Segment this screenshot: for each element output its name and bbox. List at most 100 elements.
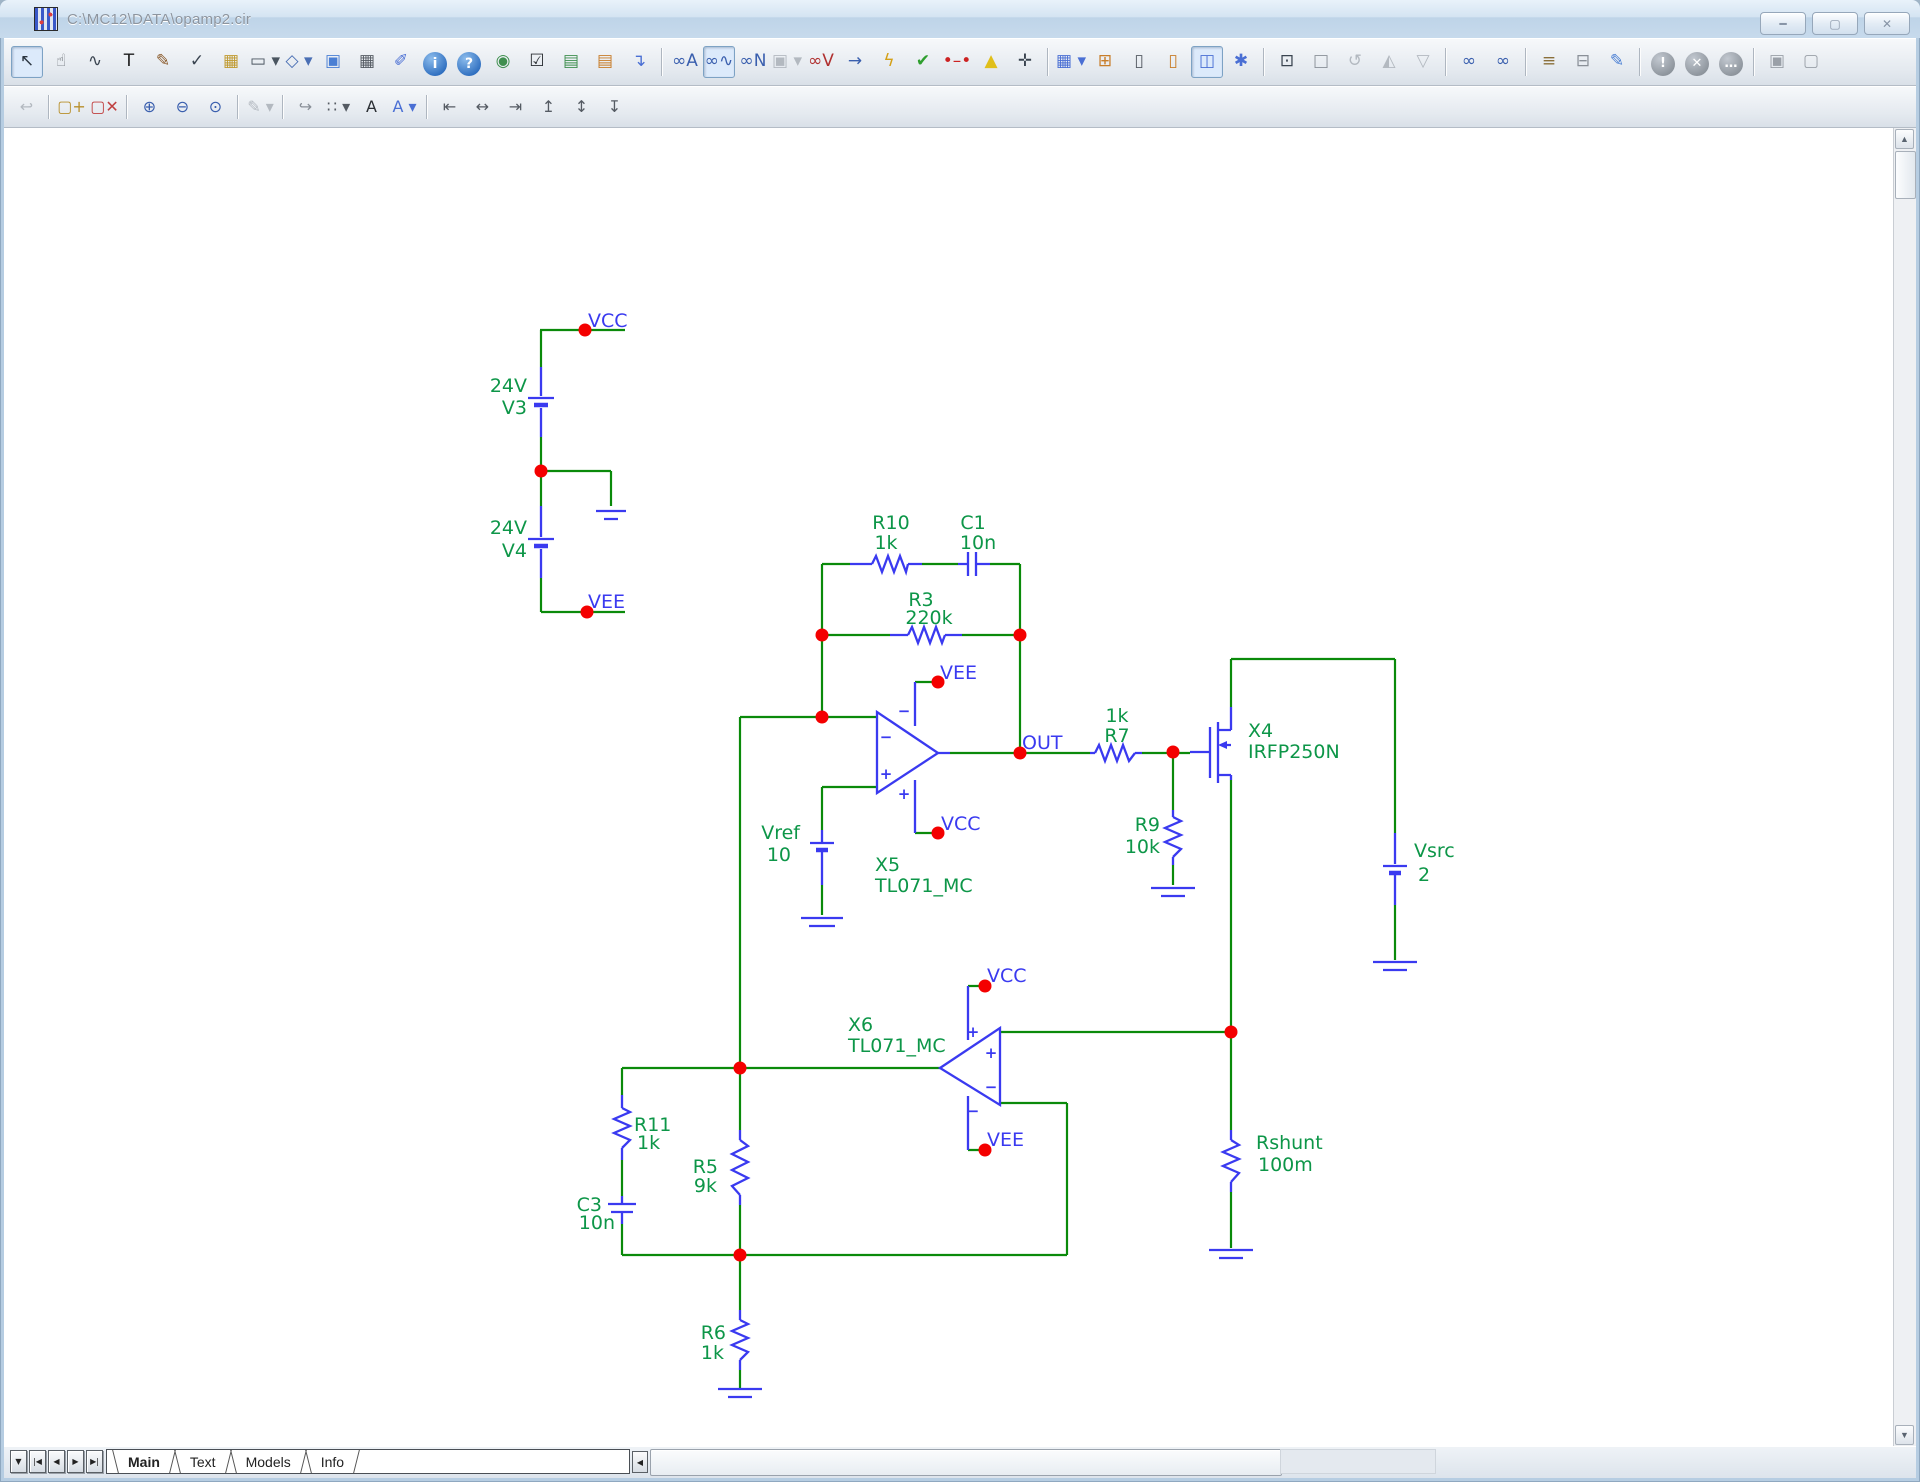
- align-bottom-button[interactable]: ↧: [599, 92, 630, 122]
- text-mode-button[interactable]: T: [113, 46, 145, 78]
- redraw-button[interactable]: ✱: [1225, 46, 1257, 78]
- show-conditions-button[interactable]: ✔: [907, 46, 939, 78]
- line-mode-button[interactable]: ✎: [147, 46, 179, 78]
- wire-mode-button[interactable]: ∿: [79, 46, 111, 78]
- horizontal-scrollbar-track[interactable]: [1280, 1449, 1436, 1474]
- tab-text[interactable]: Text: [175, 1450, 231, 1473]
- back-button: ↩: [11, 92, 42, 122]
- align-right-button[interactable]: ⇥: [500, 92, 531, 122]
- prev-page-button[interactable]: ◀: [48, 1450, 65, 1473]
- r9-value-label: 10k: [1125, 836, 1160, 858]
- vertical-scrollbar[interactable]: ▲ ▼: [1893, 128, 1916, 1446]
- pan-tool-button[interactable]: ☝: [45, 46, 77, 78]
- stop-close-button[interactable]: ✕: [1685, 52, 1709, 76]
- show-pin-connections-button[interactable]: •–•: [941, 46, 973, 78]
- export-button[interactable]: ↴: [623, 46, 655, 78]
- last-page-button[interactable]: ▶|: [86, 1450, 103, 1473]
- edit-page-button[interactable]: ✎: [1601, 46, 1633, 78]
- net-labels[interactable]: VCC VEE VEE VCC OUT VCC VEE: [588, 310, 1063, 1151]
- send-to-back-button[interactable]: ▢: [1795, 46, 1827, 78]
- toolbar-separator: [1753, 48, 1755, 76]
- scroll-left-button[interactable]: ◀: [632, 1451, 648, 1473]
- zoom-100-button[interactable]: ⊙: [200, 92, 231, 122]
- tab-models[interactable]: Models: [231, 1450, 306, 1473]
- find-component-button[interactable]: ◇ ▾: [283, 46, 315, 78]
- component-array-button[interactable]: ▦: [351, 46, 383, 78]
- grid-menu-button[interactable]: ▦ ▾: [1055, 46, 1087, 78]
- x5-vplus-sign: +: [898, 785, 911, 803]
- split-window-button[interactable]: ◫: [1191, 46, 1223, 78]
- schematic-canvas[interactable]: − + − + + + − − 24V V3 24V V4 R10 1k C1 …: [4, 128, 1894, 1446]
- toolbar-separator: [1639, 48, 1641, 76]
- v4-ref-label: V4: [502, 540, 527, 562]
- c1-value-label: 10n: [960, 532, 996, 554]
- enable-check-button[interactable]: ☑: [521, 46, 553, 78]
- compare-button[interactable]: ⊟: [1567, 46, 1599, 78]
- show-warnings-button[interactable]: ▲: [975, 46, 1007, 78]
- copy-picture-menu-button: ▣ ▾: [771, 46, 803, 78]
- align-left-button[interactable]: ⇤: [434, 92, 465, 122]
- stop-warning-button[interactable]: !: [1651, 52, 1675, 76]
- minimize-button[interactable]: ━: [1760, 12, 1806, 35]
- v3-value-label: 24V: [490, 375, 527, 397]
- select-box-button[interactable]: ⊡: [1271, 46, 1303, 78]
- browse-button[interactable]: ◉: [487, 46, 519, 78]
- restore-button[interactable]: ▢: [1812, 12, 1858, 35]
- wires[interactable]: [540, 330, 1395, 1388]
- flag-mode-button[interactable]: ✓: [181, 46, 213, 78]
- info-button[interactable]: i: [423, 52, 447, 76]
- first-page-button[interactable]: |◀: [29, 1450, 46, 1473]
- component-labels[interactable]: 24V V3 24V V4 R10 1k C1 10n R3 220k Vref…: [490, 375, 1455, 1364]
- more-options-button[interactable]: …: [1719, 52, 1743, 76]
- attribute-pencil-button[interactable]: ✐: [385, 46, 417, 78]
- tab-info[interactable]: Info: [306, 1450, 359, 1473]
- scroll-down-button[interactable]: ▼: [1895, 1425, 1914, 1445]
- x4-ref-label: X4: [1248, 720, 1273, 742]
- grid-snap-menu-button[interactable]: ∷ ▾: [323, 92, 354, 122]
- toolbar-separator: [1263, 48, 1265, 76]
- checklist-button[interactable]: ▤: [555, 46, 587, 78]
- zoom-out-button[interactable]: ⊖: [167, 92, 198, 122]
- scroll-up-button[interactable]: ▲: [1895, 129, 1914, 149]
- font-button[interactable]: A: [356, 92, 387, 122]
- close-button[interactable]: ✕: [1864, 12, 1910, 35]
- show-power-button[interactable]: ϟ: [873, 46, 905, 78]
- show-grid-text-button[interactable]: ∞∿: [703, 46, 735, 78]
- draw-menu-button: ✎ ▾: [245, 92, 276, 122]
- show-currents-button[interactable]: →: [839, 46, 871, 78]
- page-view-button[interactable]: ▯: [1123, 46, 1155, 78]
- zoom-in-button[interactable]: ⊕: [134, 92, 165, 122]
- align-middle-button[interactable]: ↕: [566, 92, 597, 122]
- tab-main[interactable]: Main: [113, 1450, 175, 1473]
- select-tool-button[interactable]: ↖: [11, 46, 43, 78]
- x6-inverting-sign: −: [985, 1078, 998, 1096]
- bring-to-front-button[interactable]: ▣: [1761, 46, 1793, 78]
- vertical-scrollbar-thumb[interactable]: [1895, 151, 1916, 199]
- x5-model-label: TL071_MC: [874, 875, 973, 897]
- cross-hair-button[interactable]: ✛: [1009, 46, 1041, 78]
- font-style-menu-button[interactable]: A ▾: [389, 92, 420, 122]
- show-node-numbers-button[interactable]: ∞N: [737, 46, 769, 78]
- text-page-button[interactable]: ▯: [1157, 46, 1189, 78]
- find-button[interactable]: ∞: [1487, 46, 1519, 78]
- find-in-files-button[interactable]: ∞: [1453, 46, 1485, 78]
- show-node-voltages-button[interactable]: ∞V: [805, 46, 837, 78]
- align-top-button[interactable]: ↥: [533, 92, 564, 122]
- delete-page-button[interactable]: ▢✕: [89, 92, 120, 122]
- align-center-button[interactable]: ↔: [467, 92, 498, 122]
- show-attribute-text-button[interactable]: ∞A: [669, 46, 701, 78]
- tab-list-button[interactable]: ▼: [10, 1450, 27, 1473]
- next-page-button[interactable]: ▶: [67, 1450, 84, 1473]
- shapes-menu-button[interactable]: ▭ ▾: [249, 46, 281, 78]
- horizontal-scrollbar-thumb[interactable]: [650, 1449, 1282, 1476]
- help-button[interactable]: ?: [457, 52, 481, 76]
- list-button[interactable]: ▤: [589, 46, 621, 78]
- bus-button[interactable]: ▦: [215, 46, 247, 78]
- component-panel-button[interactable]: ⊞: [1089, 46, 1121, 78]
- add-page-button[interactable]: ▢+: [56, 92, 87, 122]
- rotate-button: ↺: [1339, 46, 1371, 78]
- picture-button[interactable]: ▣: [317, 46, 349, 78]
- page-scroll-button[interactable]: ↪: [290, 92, 321, 122]
- notes-button[interactable]: ≡: [1533, 46, 1565, 78]
- region-box-button[interactable]: □: [1305, 46, 1337, 78]
